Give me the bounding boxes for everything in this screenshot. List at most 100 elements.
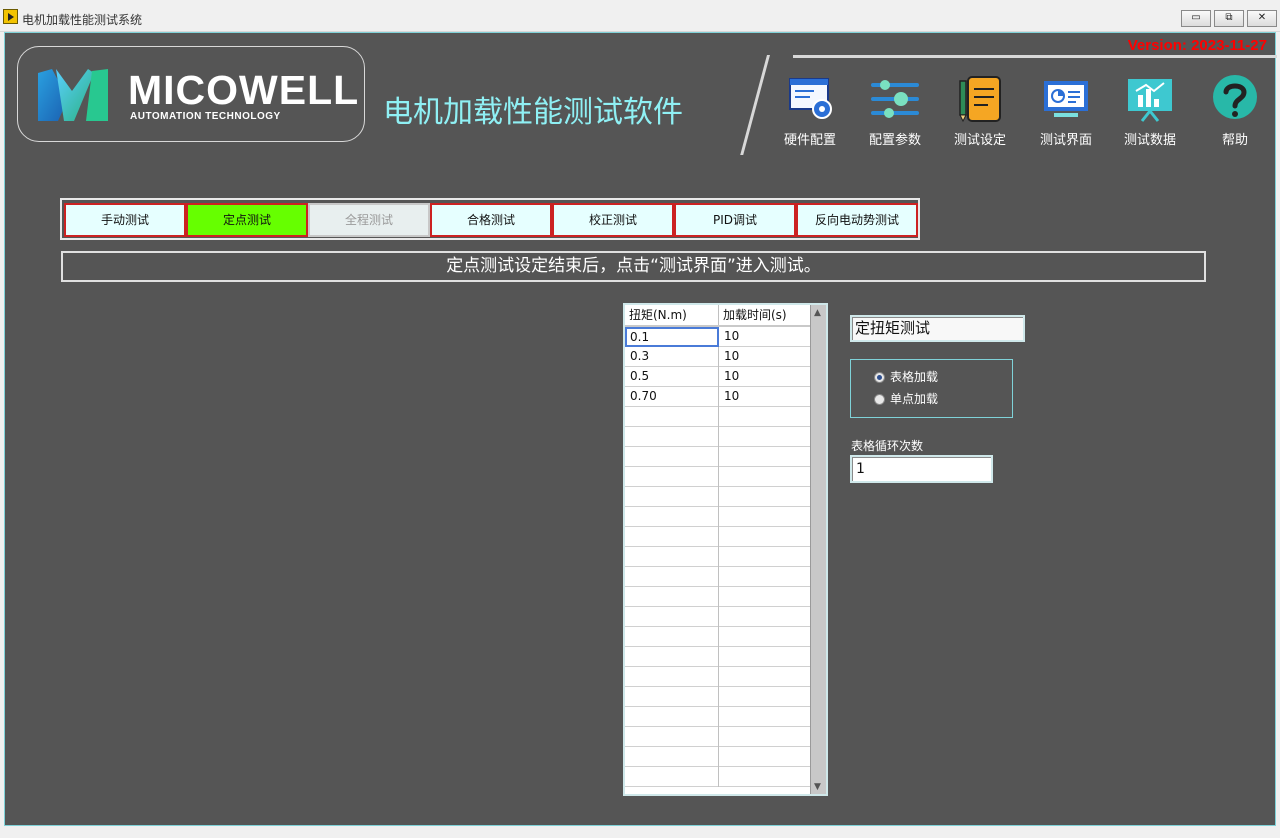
- minimize-button[interactable]: ▭: [1181, 10, 1211, 27]
- column-header-torque: 扭矩(N.m): [625, 305, 719, 325]
- torque-cell[interactable]: 0.1: [625, 327, 719, 347]
- tab-pass-test[interactable]: 合格测试: [430, 203, 552, 237]
- app-title: 电机加载性能测试软件: [383, 95, 683, 130]
- load-time-cell[interactable]: [719, 747, 810, 767]
- tab-full-range-test[interactable]: 全程测试: [308, 203, 430, 237]
- load-time-cell[interactable]: [719, 507, 810, 527]
- table-row: [625, 687, 810, 707]
- table-row: [625, 587, 810, 607]
- radio-selected-icon: [874, 372, 885, 383]
- table-row: [625, 567, 810, 587]
- load-time-cell[interactable]: [719, 607, 810, 627]
- logo-subtitle: AUTOMATION TECHNOLOGY: [130, 111, 281, 122]
- load-time-cell[interactable]: [719, 527, 810, 547]
- torque-cell[interactable]: [625, 667, 719, 687]
- tab-calibration-test[interactable]: 校正测试: [552, 203, 674, 237]
- torque-cell[interactable]: [625, 567, 719, 587]
- load-time-cell[interactable]: [719, 447, 810, 467]
- torque-cell[interactable]: [625, 427, 719, 447]
- load-time-cell[interactable]: [719, 727, 810, 747]
- load-time-cell[interactable]: 10: [719, 367, 810, 387]
- table-row: [625, 727, 810, 747]
- window-title: 电机加载性能测试系统: [22, 13, 143, 27]
- restore-button[interactable]: ⧉: [1214, 10, 1244, 27]
- torque-cell[interactable]: [625, 707, 719, 727]
- table-row: [625, 447, 810, 467]
- table-body: 0.1 10 0.3 10 0.5 10 0.70 10: [625, 327, 810, 787]
- torque-cell[interactable]: [625, 687, 719, 707]
- table-row: [625, 427, 810, 447]
- nav-label: 测试设定: [953, 133, 1006, 148]
- load-time-cell[interactable]: [719, 647, 810, 667]
- logo-frame: MICOWELL AUTOMATION TECHNOLOGY: [17, 46, 365, 142]
- load-time-cell[interactable]: [719, 687, 810, 707]
- nav-label: 配置参数: [868, 133, 921, 148]
- test-mode-selector[interactable]: 定扭矩测试: [850, 315, 1025, 342]
- loop-count-input[interactable]: 1: [850, 455, 993, 483]
- load-mode-radio-group: 表格加载 单点加载: [850, 359, 1013, 418]
- load-time-cell[interactable]: [719, 467, 810, 487]
- table-row: 0.5 10: [625, 367, 810, 387]
- tab-manual-test[interactable]: 手动测试: [64, 203, 186, 237]
- table-row: [625, 407, 810, 427]
- table-row: [625, 667, 810, 687]
- torque-time-table[interactable]: 扭矩(N.m) 加载时间(s) 0.1 10 0.3 10 0.5 10 0.70 10 ▲ …: [623, 303, 828, 796]
- sliders-icon: [871, 80, 919, 118]
- load-time-cell[interactable]: [719, 707, 810, 727]
- nav-test-data[interactable]: 测试数据: [1112, 73, 1188, 148]
- logo-name: MICOWELL: [128, 67, 360, 113]
- torque-cell[interactable]: [625, 607, 719, 627]
- load-time-cell[interactable]: [719, 667, 810, 687]
- torque-cell[interactable]: 0.70: [625, 387, 719, 407]
- table-scrollbar[interactable]: ▲ ▼: [810, 305, 826, 794]
- scroll-up-icon[interactable]: ▲: [814, 308, 821, 318]
- nav-label: 硬件配置: [783, 133, 836, 148]
- radio-label: 表格加载: [890, 370, 939, 384]
- monitor-chart-icon: [1044, 81, 1088, 117]
- torque-cell[interactable]: [625, 587, 719, 607]
- load-time-cell[interactable]: [719, 627, 810, 647]
- table-row: [625, 607, 810, 627]
- torque-cell[interactable]: [625, 447, 719, 467]
- torque-cell[interactable]: [625, 407, 719, 427]
- torque-cell[interactable]: [625, 467, 719, 487]
- load-time-cell[interactable]: [719, 407, 810, 427]
- torque-cell[interactable]: [625, 627, 719, 647]
- torque-cell[interactable]: [625, 747, 719, 767]
- nav-label: 帮助: [1221, 133, 1248, 148]
- nav-label: 测试数据: [1123, 133, 1176, 148]
- test-mode-tabs: 手动测试 定点测试 全程测试 合格测试 校正测试 PID调试 反向电动势测试: [60, 198, 920, 240]
- nav-help[interactable]: 帮助: [1197, 73, 1273, 148]
- close-button[interactable]: ✕: [1247, 10, 1277, 27]
- torque-cell[interactable]: [625, 767, 719, 787]
- nav-test-settings[interactable]: 测试设定: [942, 73, 1018, 148]
- load-time-cell[interactable]: 10: [719, 327, 810, 347]
- torque-cell[interactable]: 0.5: [625, 367, 719, 387]
- torque-cell[interactable]: [625, 727, 719, 747]
- torque-cell[interactable]: [625, 547, 719, 567]
- load-time-cell[interactable]: [719, 487, 810, 507]
- torque-cell[interactable]: 0.3: [625, 347, 719, 367]
- tab-back-emf-test[interactable]: 反向电动势测试: [796, 203, 918, 237]
- load-time-cell[interactable]: 10: [719, 387, 810, 407]
- torque-cell[interactable]: [625, 507, 719, 527]
- torque-cell[interactable]: [625, 527, 719, 547]
- load-time-cell[interactable]: [719, 427, 810, 447]
- nav-hardware-config[interactable]: 硬件配置: [772, 73, 848, 148]
- nav-config-params[interactable]: 配置参数: [857, 73, 933, 148]
- load-time-cell[interactable]: [719, 567, 810, 587]
- nav-test-interface[interactable]: 测试界面: [1028, 73, 1104, 148]
- table-row: 0.70 10: [625, 387, 810, 407]
- radio-label: 单点加载: [890, 392, 939, 406]
- torque-cell[interactable]: [625, 487, 719, 507]
- table-row: [625, 627, 810, 647]
- load-time-cell[interactable]: 10: [719, 347, 810, 367]
- torque-cell[interactable]: [625, 647, 719, 667]
- tab-pid-tuning[interactable]: PID调试: [674, 203, 796, 237]
- tab-fixed-point-test[interactable]: 定点测试: [186, 203, 308, 237]
- load-time-cell[interactable]: [719, 587, 810, 607]
- nav-label: 测试界面: [1039, 133, 1092, 148]
- load-time-cell[interactable]: [719, 547, 810, 567]
- scroll-down-icon[interactable]: ▼: [814, 782, 821, 792]
- load-time-cell[interactable]: [719, 767, 810, 787]
